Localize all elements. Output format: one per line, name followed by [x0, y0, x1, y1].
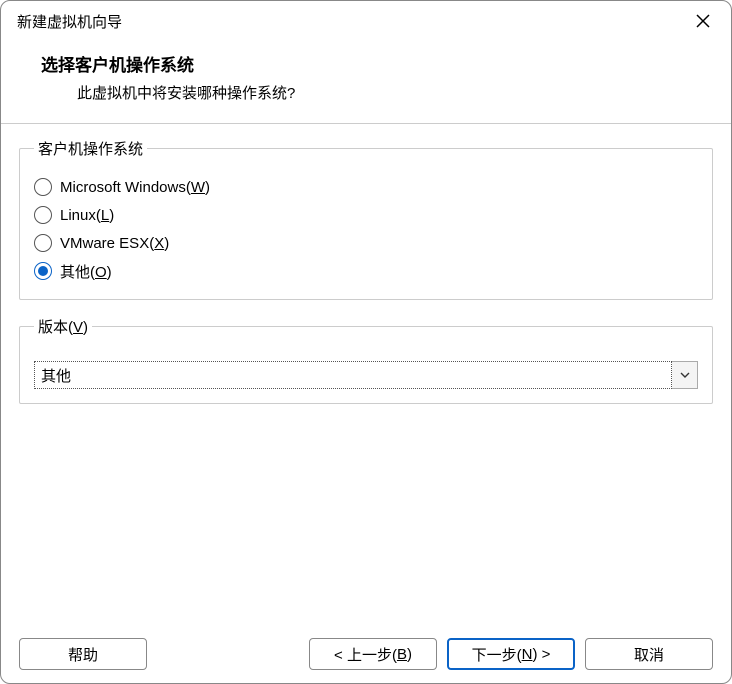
dialog-title: 新建虚拟机向导 [17, 11, 689, 32]
radio-icon [34, 262, 52, 280]
back-button[interactable]: < 上一步(B) [309, 638, 437, 670]
version-dropdown[interactable]: 其他 [34, 361, 698, 389]
os-option-vmware-esx[interactable]: VMware ESX(X) [34, 229, 698, 257]
os-option-windows[interactable]: Microsoft Windows(W) [34, 173, 698, 201]
content-area: 客户机操作系统 Microsoft Windows(W) Linux(L) VM… [1, 124, 731, 625]
guest-os-group: 客户机操作系统 Microsoft Windows(W) Linux(L) VM… [19, 138, 713, 300]
version-dropdown-value: 其他 [34, 361, 672, 389]
cancel-button[interactable]: 取消 [585, 638, 713, 670]
page-title: 选择客户机操作系统 [41, 51, 715, 76]
os-option-other[interactable]: 其他(O) [34, 257, 698, 285]
radio-label: VMware ESX(X) [60, 235, 169, 252]
chevron-down-icon [680, 370, 690, 380]
radio-label: Linux(L) [60, 207, 114, 224]
radio-icon [34, 178, 52, 196]
radio-icon [34, 206, 52, 224]
close-button[interactable] [689, 7, 717, 35]
page-subtitle: 此虚拟机中将安装哪种操作系统? [41, 82, 715, 103]
header-area: 选择客户机操作系统 此虚拟机中将安装哪种操作系统? [1, 41, 731, 124]
radio-icon [34, 234, 52, 252]
radio-label: 其他(O) [60, 261, 112, 282]
version-dropdown-button[interactable] [672, 361, 698, 389]
close-icon [695, 13, 711, 29]
version-group: 版本(V) 其他 [19, 316, 713, 404]
wizard-dialog: 新建虚拟机向导 选择客户机操作系统 此虚拟机中将安装哪种操作系统? 客户机操作系… [0, 0, 732, 684]
next-button[interactable]: 下一步(N) > [447, 638, 575, 670]
titlebar: 新建虚拟机向导 [1, 1, 731, 41]
help-button[interactable]: 帮助 [19, 638, 147, 670]
version-legend: 版本(V) [34, 316, 92, 337]
guest-os-legend: 客户机操作系统 [34, 138, 147, 159]
footer-bar: 帮助 < 上一步(B) 下一步(N) > 取消 [1, 625, 731, 683]
radio-label: Microsoft Windows(W) [60, 179, 210, 196]
os-option-linux[interactable]: Linux(L) [34, 201, 698, 229]
